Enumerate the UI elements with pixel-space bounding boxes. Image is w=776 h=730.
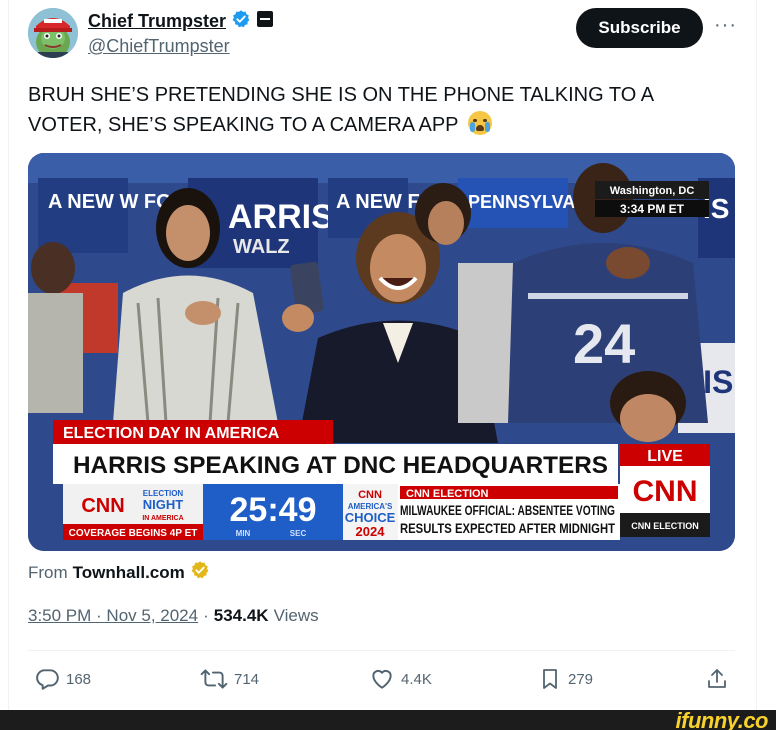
cnn-logo-small: CNN	[81, 495, 124, 517]
countdown-min: MIN	[236, 529, 251, 538]
reply-count: 168	[66, 670, 92, 688]
election-night-l3: IN AMERICA	[142, 515, 183, 522]
affiliate-badge-icon	[256, 10, 274, 33]
views-count: 534.4K	[213, 606, 269, 625]
cnn-logo-big: CNN	[633, 475, 698, 508]
ticker-tag: CNN ELECTION	[406, 488, 489, 500]
like-button[interactable]: 4.4K	[369, 664, 432, 694]
repost-button[interactable]: 714	[200, 664, 259, 694]
cnn-logo-choice: CNN	[358, 489, 382, 501]
tweet-text: BRUH SHE’S PRETENDING SHE IS ON THE PHON…	[28, 80, 728, 140]
sign-walz-text: WALZ	[233, 236, 290, 258]
author-handle[interactable]: @ChiefTrumpster	[88, 36, 230, 57]
reply-button[interactable]: 168	[34, 664, 91, 694]
headline-text: HARRIS SPEAKING AT DNC HEADQUARTERS	[73, 452, 608, 479]
choice-l3: 2024	[356, 524, 386, 539]
subscribe-button[interactable]: Subscribe	[576, 8, 703, 48]
heart-icon	[372, 669, 392, 689]
card-border-left	[8, 0, 9, 710]
reply-icon	[36, 669, 59, 690]
share-icon	[708, 669, 726, 688]
source-prefix: From	[28, 562, 68, 582]
election-night-l2: NIGHT	[143, 497, 184, 512]
banner-top-text: ELECTION DAY IN AMERICA	[63, 425, 280, 442]
views-label: Views	[273, 606, 319, 625]
coverage-text: COVERAGE BEGINS 4P ET	[69, 528, 198, 539]
countdown-sec: SEC	[290, 529, 307, 538]
bookmark-count: 279	[568, 670, 594, 688]
like-count: 4.4K	[401, 670, 432, 688]
jersey-number: 24	[573, 312, 635, 375]
countdown-text: 25:49	[230, 491, 317, 529]
card-border-right	[756, 0, 757, 710]
avatar[interactable]	[28, 8, 78, 58]
cnn-election-small: CNN ELECTION	[631, 521, 699, 531]
author-display-name[interactable]: Chief Trumpster	[88, 11, 226, 32]
card-source: From Townhall.com	[28, 560, 210, 585]
ifunny-watermark: ifunny.co	[675, 708, 769, 730]
tweet-card: Chief Trumpster @ChiefTrumpster Subscrib…	[0, 0, 776, 710]
live-label: LIVE	[647, 448, 683, 465]
ticker-line2: RESULTS EXPECTED AFTER MIDNIGHT	[400, 520, 615, 536]
choice-l2: CHOICE	[345, 510, 396, 525]
repost-icon	[200, 669, 228, 689]
tweet-meta: 3:50 PM · Nov 5, 2024 · 534.4K Views	[28, 606, 319, 626]
crying-face-emoji-icon	[467, 111, 492, 135]
source-site[interactable]: Townhall.com	[73, 563, 185, 583]
repost-count: 714	[234, 670, 260, 688]
location-line1: Washington, DC	[610, 185, 695, 197]
more-options-icon[interactable]: ···	[714, 14, 737, 37]
bookmark-icon	[543, 669, 557, 689]
tweet-actions: 168 714 4.4K 279	[28, 664, 735, 694]
author-name-row: Chief Trumpster	[88, 9, 274, 34]
watermark-bar: ifunny.co	[0, 708, 776, 730]
tweet-timestamp[interactable]: 3:50 PM · Nov 5, 2024	[28, 606, 198, 626]
divider	[28, 650, 735, 651]
bookmark-button[interactable]: 279	[538, 664, 593, 694]
verified-badge-icon	[231, 9, 251, 34]
ticker-line1: MILWAUKEE OFFICIAL: ABSENTEE VOTING	[400, 502, 615, 518]
sign-penn-text: PENNSYLVA	[468, 192, 575, 212]
share-button[interactable]	[705, 664, 729, 694]
sign-harris-text: ARRIS	[228, 198, 334, 236]
location-line2: 3:34 PM ET	[620, 202, 685, 216]
tweet-media-video[interactable]: A NEW W FORWA ARRIS WALZ A NEW FO PENNSY…	[28, 153, 735, 551]
meta-separator: ·	[203, 606, 209, 625]
tweet-body: BRUH SHE’S PRETENDING SHE IS ON THE PHON…	[28, 84, 653, 136]
verified-gold-icon	[190, 560, 210, 585]
